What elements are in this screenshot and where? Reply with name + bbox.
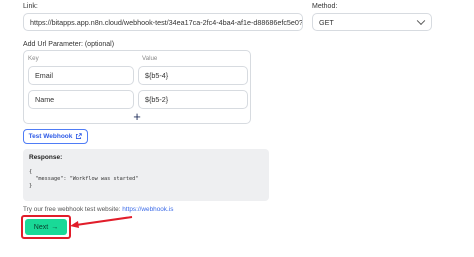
key-header: Key bbox=[28, 55, 39, 62]
webhook-hint-text: Try our free webhook test website: bbox=[23, 206, 121, 213]
test-webhook-label: Test Webhook bbox=[28, 133, 73, 140]
param-key-value: Name bbox=[35, 95, 55, 104]
param-key-value: Email bbox=[35, 71, 53, 80]
method-select-value: GET bbox=[319, 17, 334, 27]
param-value-input[interactable]: ${b5-2} bbox=[138, 90, 248, 109]
params-label: Add Url Parameter: (optional) bbox=[23, 41, 115, 48]
webhook-is-link[interactable]: https://webhook.is bbox=[122, 206, 173, 213]
annotation-arrow-icon bbox=[70, 216, 133, 228]
test-webhook-button[interactable]: Test Webhook bbox=[23, 129, 88, 144]
method-label: Method: bbox=[312, 3, 338, 10]
param-value-value: ${b5-4} bbox=[145, 71, 169, 80]
response-panel: Response: { "message": "Workflow was sta… bbox=[23, 149, 269, 201]
link-input-value: https://bitapps.app.n8n.cloud/webhook-te… bbox=[30, 17, 303, 27]
response-body: { "message": "Workflow was started"} bbox=[29, 169, 138, 190]
response-line: "message": "Workflow was started" bbox=[29, 176, 139, 182]
chevron-down-icon bbox=[416, 16, 426, 26]
response-line: { bbox=[29, 169, 33, 175]
response-line: } bbox=[29, 183, 33, 189]
external-link-icon bbox=[76, 133, 83, 140]
link-input[interactable]: https://bitapps.app.n8n.cloud/webhook-te… bbox=[23, 13, 303, 31]
link-label: Link: bbox=[23, 3, 38, 10]
method-select[interactable]: GET bbox=[312, 13, 432, 31]
param-value-input[interactable]: ${b5-4} bbox=[138, 66, 248, 85]
arrow-right-icon: → bbox=[51, 223, 59, 231]
response-title: Response: bbox=[29, 154, 63, 161]
value-header: Value bbox=[142, 55, 158, 62]
param-value-value: ${b5-2} bbox=[145, 95, 169, 104]
next-button-label: Next bbox=[33, 223, 49, 231]
param-key-input[interactable]: Email bbox=[28, 66, 134, 85]
params-table: Key Value Email ${b5-4} Name ${b5-2} + bbox=[23, 50, 251, 124]
add-param-button[interactable]: + bbox=[130, 110, 144, 123]
webhook-hint: Try our free webhook test website: https… bbox=[23, 206, 173, 213]
param-key-input[interactable]: Name bbox=[28, 90, 134, 109]
next-button[interactable]: Next → bbox=[25, 219, 67, 235]
